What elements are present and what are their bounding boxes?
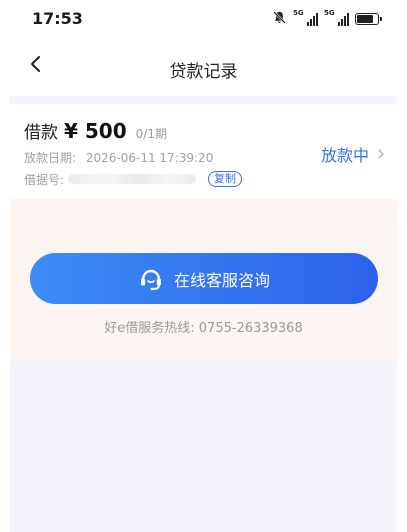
loan-date-row: 放款日期: 2026-06-11 17:39:20 <box>24 149 213 166</box>
nav-bar: 贷款记录 <box>0 38 407 96</box>
signal-5g-icon: 5G <box>324 9 349 26</box>
loan-date-value: 2026-06-11 17:39:20 <box>85 151 214 165</box>
signal-5g-icon: 5G <box>293 9 318 26</box>
loan-amount: ¥ 500 <box>64 119 127 143</box>
loan-status: 放款中 <box>320 146 369 165</box>
online-consult-button[interactable]: 在线客服咨询 <box>30 253 378 304</box>
loan-id-label: 借据号: <box>24 172 65 187</box>
loan-status-link[interactable]: 放款中 <box>321 142 385 166</box>
mute-bell-icon <box>272 10 287 29</box>
chevron-right-icon <box>377 145 385 164</box>
page-title: 贷款记录 <box>169 62 238 82</box>
status-icons: 5G 5G <box>272 9 382 29</box>
online-consult-label: 在线客服咨询 <box>173 270 270 290</box>
loan-id-redacted <box>68 174 197 184</box>
loan-period: 0/1期 <box>135 127 167 141</box>
headset-icon <box>138 266 164 292</box>
loan-title-row: 借款 ¥ 500 0/1期 <box>24 118 167 143</box>
battery-icon <box>355 13 382 25</box>
loan-date-label: 放款日期: <box>24 151 77 165</box>
loan-id-row: 借据号: 复制 <box>24 170 243 188</box>
status-bar: 17:53 5G 5G <box>0 0 407 38</box>
status-time: 17:53 <box>32 9 83 28</box>
loan-record-card[interactable]: 借款 ¥ 500 0/1期 放款日期: 2026-06-11 17:39:20 … <box>10 104 397 199</box>
loan-label: 借款 <box>24 123 58 143</box>
copy-button[interactable]: 复制 <box>208 171 243 187</box>
service-hotline[interactable]: 好e借服务热线: 0755-26339368 <box>0 317 407 336</box>
